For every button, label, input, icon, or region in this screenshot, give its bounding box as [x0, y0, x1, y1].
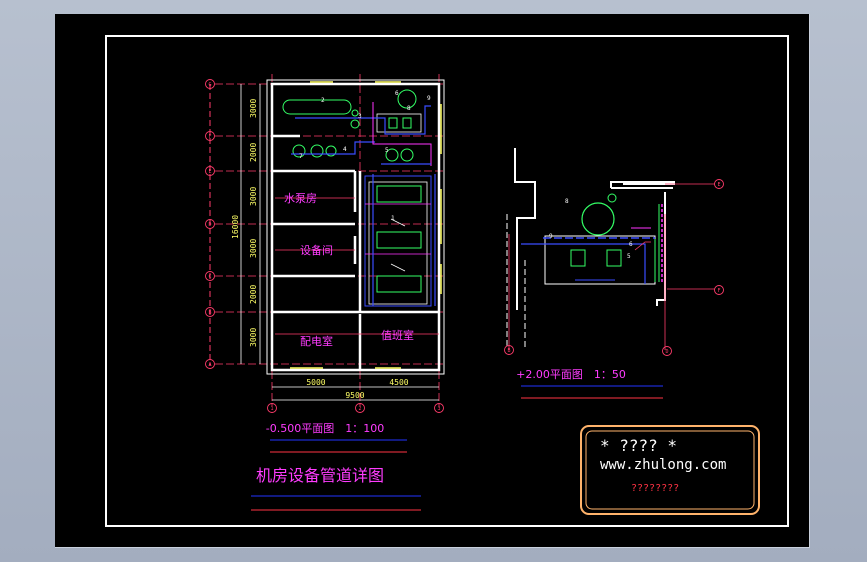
grid-label-G: G: [208, 82, 211, 88]
grid-label-F: F: [208, 134, 211, 140]
equipment-tag: 6: [629, 241, 633, 248]
drawing-border: [105, 35, 789, 527]
grid-label-B: B: [208, 310, 211, 316]
dim-vertical-2: 2000: [249, 143, 258, 162]
equipment-tag: 1: [391, 215, 395, 222]
dim-horizontal-1: 5000: [306, 378, 325, 387]
room-label-pump-room: 水泵房: [284, 192, 317, 205]
dim-vertical-4: 3000: [249, 239, 258, 258]
equipment-tag: 6: [395, 90, 399, 97]
dim-vertical-3: 3000: [249, 187, 258, 206]
roof-equipment: [521, 193, 663, 285]
grid-label-E: E: [717, 182, 720, 188]
dim-vertical-1: 3000: [249, 99, 258, 118]
dim-horizontal-total: 9500: [345, 391, 364, 400]
equipment-tag: 7: [299, 153, 303, 160]
equipment-tag: 2: [321, 97, 325, 104]
stamp-url: www.zhulong.com: [600, 457, 726, 473]
equipment-tag: 8: [407, 105, 411, 112]
cad-drawing: G F E D C B A 1 2 3 3000 2000 3000 3000 …: [105, 35, 789, 527]
equipment-tag: 4: [343, 146, 347, 153]
grid-label-E: E: [208, 169, 211, 175]
grid-label-F: F: [717, 288, 720, 294]
dim-horizontal-2: 4500: [389, 378, 408, 387]
grid-label-2: 2: [358, 406, 361, 412]
grid-label-A: A: [208, 362, 211, 368]
grid-label-1: 1: [270, 406, 273, 412]
equipment-tag: 5: [385, 147, 389, 154]
watermark-stamp: * ???? * www.zhulong.com ????????: [580, 425, 760, 515]
room-label-equipment-room: 设备间: [300, 243, 333, 257]
main-drawing-title: 机房设备管道详图: [256, 466, 384, 485]
equipment-tag: 9: [549, 233, 553, 240]
equipment-room-tanks: [364, 174, 436, 307]
grid-label-D: D: [208, 222, 211, 228]
equipment-tag: 8: [565, 198, 569, 205]
right-plan-title: +2.00平面图 1：50: [516, 368, 626, 381]
room-label-power-room: 配电室: [300, 334, 333, 348]
pump-equipment: [282, 89, 432, 166]
room-label-duty-room: 值班室: [381, 328, 414, 342]
right-floor-plan: E F B D 8 9 6 5 +2.00平面图 1：50: [504, 148, 724, 399]
dim-vertical-5: 2000: [249, 285, 258, 304]
grid-label-C: C: [208, 274, 211, 280]
left-floor-plan: G F E D C B A 1 2 3 3000 2000 3000 3000 …: [205, 74, 445, 511]
grid-label-B: B: [507, 348, 510, 354]
left-plan-title: -0.500平面图 1：100: [266, 422, 384, 435]
equipment-tag: 9: [427, 95, 431, 102]
equipment-tag: 3: [358, 113, 362, 120]
grid-label-3: 3: [437, 406, 440, 412]
drawing-canvas: G F E D C B A 1 2 3 3000 2000 3000 3000 …: [55, 14, 810, 548]
stamp-line-3: ????????: [631, 483, 679, 494]
dim-vertical-total: 16000: [231, 215, 240, 239]
dim-vertical-6: 3000: [249, 328, 258, 347]
walls: [266, 79, 445, 375]
stamp-line-1: * ???? *: [600, 436, 677, 455]
equipment-tag: 5: [627, 253, 631, 260]
grid-label-D: D: [665, 349, 668, 355]
